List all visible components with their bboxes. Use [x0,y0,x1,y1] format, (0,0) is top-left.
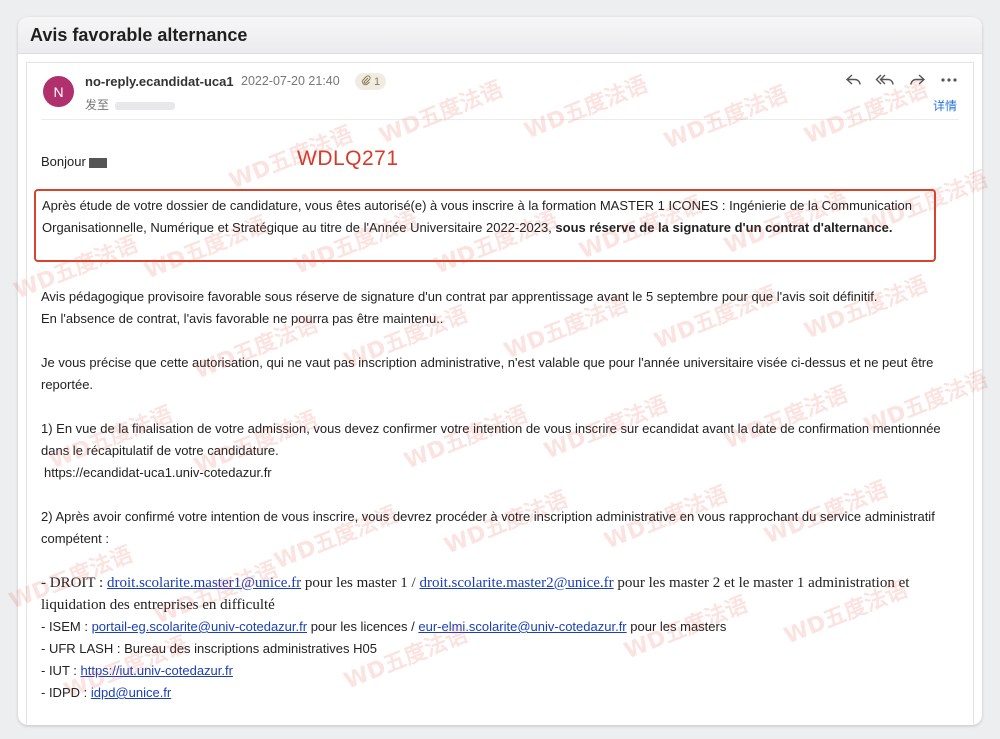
greeting: Bonjour [41,154,86,169]
stamp-code: WDLQ271 [297,147,399,170]
email-window: Avis favorable alternance N no-reply.eca… [18,17,982,725]
window-title: Avis favorable alternance [30,24,248,45]
paragraph-confirm: 1) En vue de la finalisation de votre ad… [41,418,961,484]
iut-line: - IUT : https://iut.univ-cotedazur.fr [41,660,961,682]
attachment-badge[interactable]: 1 [355,73,387,90]
droit-email-master1[interactable]: droit.scolarite.master1@unice.fr [107,575,301,591]
email-body: Bonjour WDLQ271 Après étude de votre dos… [34,147,959,700]
iut-link[interactable]: https://iut.univ-cotedazur.fr [80,663,232,678]
ecandidat-url: https://ecandidat-uca1.univ-cotedazur.fr [44,465,272,480]
droit-mid: pour les master 1 / [301,575,420,591]
isem-line: - ISEM : portail-eg.scolarite@univ-coted… [41,616,961,638]
sender-avatar[interactable]: N [43,76,74,107]
provisional-line-2: En l'absence de contrat, l'avis favorabl… [41,311,444,326]
greeting-row: Bonjour WDLQ271 [41,147,959,173]
paragraph-registration: 2) Après avoir confirmé votre intention … [41,509,935,546]
email-actions [843,71,959,89]
droit-email-master2[interactable]: droit.scolarite.master2@unice.fr [419,575,613,591]
idpd-email[interactable]: idpd@unice.fr [91,685,171,700]
more-icon[interactable] [939,71,959,89]
title-bar: Avis favorable alternance [18,17,982,54]
reply-icon[interactable] [843,71,863,89]
paragraph-validity: Je vous précise que cette autorisation, … [41,355,934,392]
decision-condition: sous réserve de la signature d'un contra… [555,220,893,235]
idpd-prefix: - IDPD : [41,685,91,700]
paperclip-icon [361,74,371,89]
name-redacted [88,157,107,168]
isem-email-licences[interactable]: portail-eg.scolarite@univ-cotedazur.fr [92,619,308,634]
email-header: N no-reply.ecandidat-uca1 2022-07-20 21:… [41,63,959,120]
attachment-count: 1 [374,75,381,88]
forward-icon[interactable] [907,71,927,89]
confirm-text: 1) En vue de la finalisation de votre ad… [41,421,941,458]
highlighted-decision: Après étude de votre dossier de candidat… [34,189,936,262]
email-card: N no-reply.ecandidat-uca1 2022-07-20 21:… [26,62,974,725]
provisional-line-1: Avis pédagogique provisoire favorable so… [41,289,878,304]
details-link[interactable]: 详情 [933,97,957,114]
sent-date: 2022-07-20 21:40 [241,74,340,88]
isem-email-masters[interactable]: eur-elmi.scolarite@univ-cotedazur.fr [418,619,626,634]
sender-name[interactable]: no-reply.ecandidat-uca1 [85,74,234,89]
isem-suffix: pour les masters [626,619,727,634]
isem-mid: pour les licences / [307,619,419,634]
droit-line: - DROIT : droit.scolarite.master1@unice.… [41,572,961,616]
recipient-redacted [115,101,176,110]
idpd-line: - IDPD : idpd@unice.fr [41,682,961,704]
droit-prefix: - DROIT : [41,575,107,591]
email-paragraphs: Avis pédagogique provisoire favorable so… [41,286,961,704]
paragraph-provisional: Avis pédagogique provisoire favorable so… [41,286,961,330]
isem-prefix: - ISEM : [41,619,92,634]
lash-line: - UFR LASH : Bureau des inscriptions adm… [41,641,377,656]
reply-all-icon[interactable] [875,71,895,89]
sent-to-label: 发至 [85,98,110,112]
sent-to-row: 发至 [85,96,176,113]
iut-prefix: - IUT : [41,663,81,678]
